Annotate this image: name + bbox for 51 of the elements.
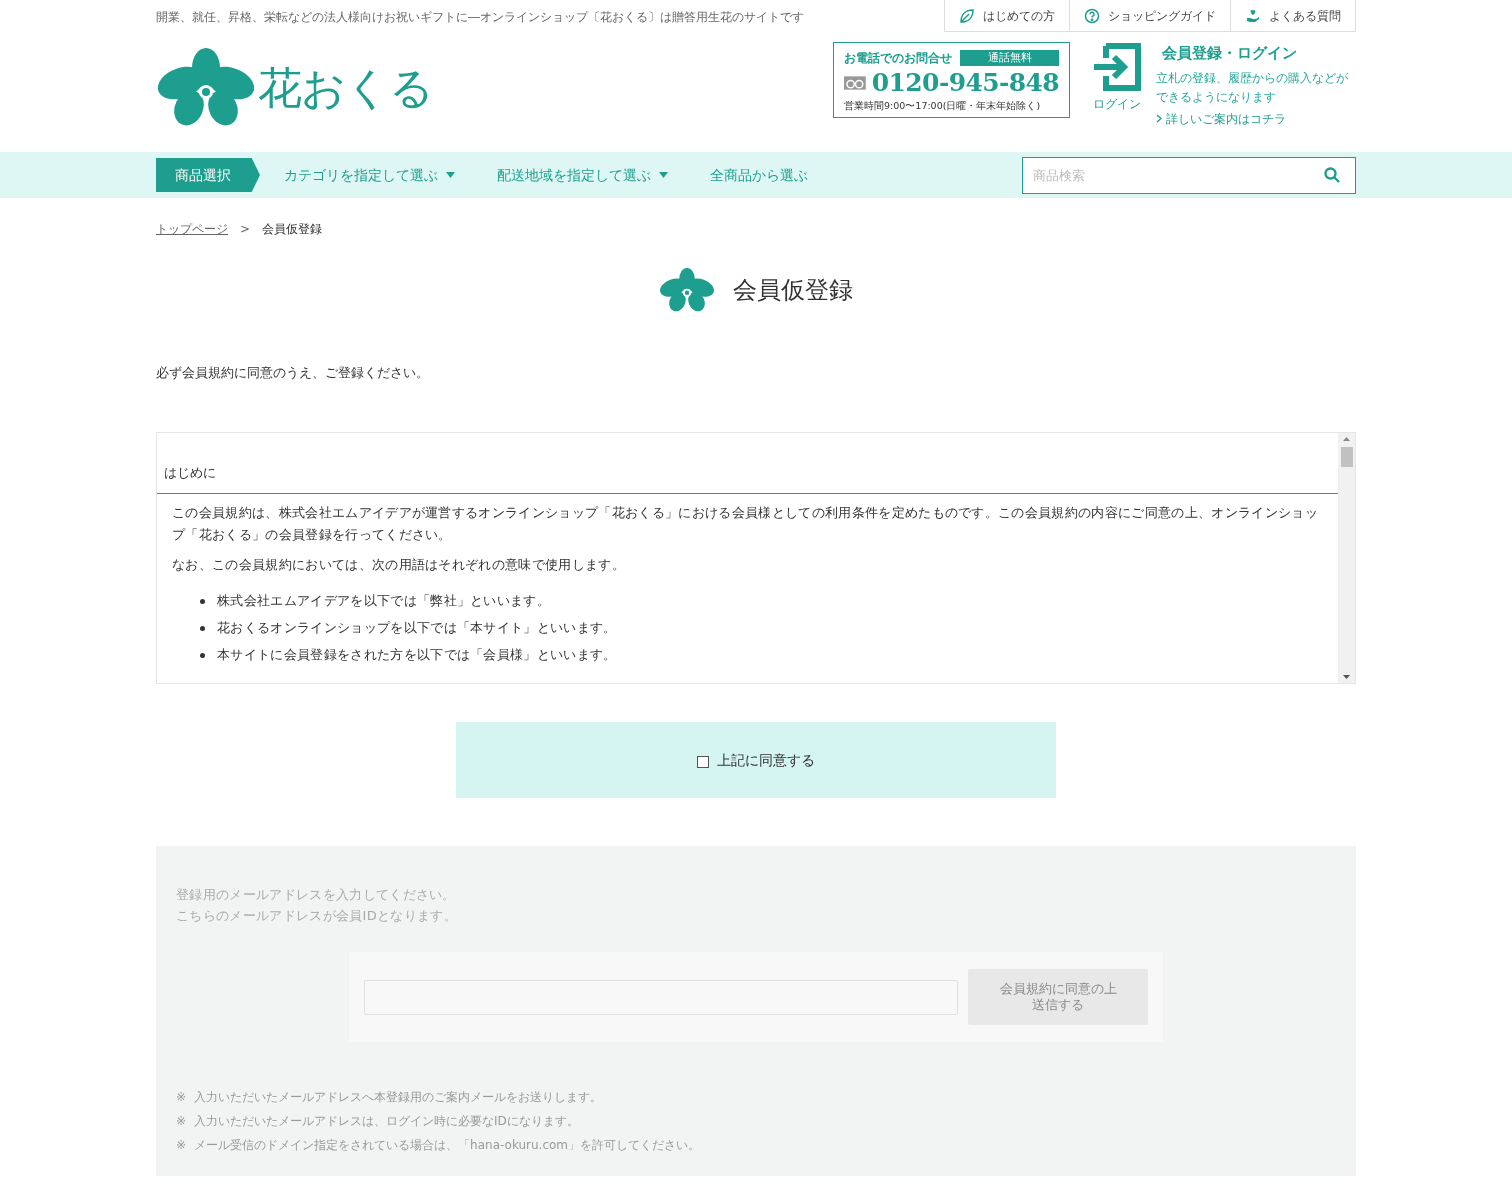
site-tagline: 開業、就任、昇格、栄転などの法人様向けお祝いギフトに―オンラインショップ〔花おくる〕は贈答用生花のサイトです <box>156 9 804 26</box>
free-call-badge: 通話無料 <box>960 49 1059 67</box>
search-icon[interactable] <box>1324 166 1340 183</box>
breadcrumb-separator: > <box>240 221 251 238</box>
caret-down-icon <box>659 172 668 178</box>
note-text: 入力いただいたメールアドレスは、ログイン時に必要なIDになります。 <box>194 1113 579 1131</box>
note-mark: ※ <box>176 1089 187 1107</box>
help-icon <box>1084 7 1100 24</box>
note-text: 入力いただいたメールアドレスへ本登録用のご案内メールをお送りします。 <box>194 1089 603 1107</box>
note-mark: ※ <box>176 1137 187 1155</box>
member-login-title[interactable]: 会員登録・ログイン <box>1156 42 1356 65</box>
login-icon-label: ログイン <box>1093 96 1141 113</box>
bullet-icon <box>200 625 205 631</box>
nav-tab[interactable]: 商品選択 <box>156 158 260 192</box>
orchid-logo-icon <box>156 48 256 128</box>
intro-text: 必ず会員規約に同意のうえ、ご登録ください。 <box>156 363 430 382</box>
agree-checkbox[interactable]: 上記に同意する <box>697 749 815 771</box>
orchid-icon <box>659 268 715 313</box>
caret-down-icon <box>446 172 455 178</box>
page-title: 会員仮登録 <box>733 275 853 307</box>
top-link[interactable]: はじめての方 <box>945 0 1070 31</box>
bullet-icon <box>200 598 205 604</box>
bullet-icon <box>200 652 205 658</box>
nav-tab[interactable]: 配送地域を指定して選ぶ <box>497 158 668 192</box>
nav-tab[interactable]: 全商品から選ぶ <box>710 158 808 192</box>
phone-title: お電話でのお問合せ <box>844 50 952 67</box>
top-link[interactable]: よくある質問 <box>1231 0 1356 31</box>
phone-number[interactable]: 0120-945-848 <box>871 67 1059 99</box>
terms-list-item: 本サイトに会員登録をされた方を以下では「会員様」といいます。 <box>217 646 617 665</box>
form-instruction: こちらのメールアドレスが会員IDとなります。 <box>176 907 458 926</box>
hand-heart-icon <box>1245 7 1261 24</box>
terms-paragraph: なお、この会員規約においては、次の用語はそれぞれの意味で使用します。 <box>172 555 627 574</box>
terms-paragraph: この会員規約は、株式会社エムアイデアが運営するオンラインショップ「花おくる」における会員様としての利用条件を定めたものです。この会員規約の内容にご同意の上、オンラインショップ「花おくる」の会員登録を行ってください。 <box>172 503 1319 544</box>
leaf-icon <box>959 7 975 24</box>
login-description: 立札の登録、履歴からの購入などができるようになります <box>1156 69 1349 106</box>
product-search-field[interactable]: 商品検索 <box>1022 156 1356 194</box>
terms-list-item: 株式会社エムアイデアを以下では「弊社」といいます。 <box>217 592 551 611</box>
terms-heading: はじめに <box>157 447 1338 494</box>
top-link[interactable]: ショッピングガイド <box>1070 0 1231 31</box>
logo-text: 花おくる <box>258 61 433 115</box>
business-hours: 営業時間9:00〜17:00(日曜・年末年始除く) <box>844 99 1042 113</box>
form-instruction: 登録用のメールアドレスを入力してください。 <box>176 886 457 905</box>
terms-list-item: 花おくるオンラインショップを以下では「本サイト」といいます。 <box>217 619 617 638</box>
note-text: メール受信のドメイン指定をされている場合は、「hana-okuru.com」を許可してください。 <box>194 1137 701 1155</box>
nav-tab[interactable]: カテゴリを指定して選ぶ <box>284 158 455 192</box>
chevron-right-icon <box>1156 114 1162 123</box>
login-icon[interactable] <box>1092 42 1142 92</box>
details-link[interactable]: 詳しいご案内はコチラ <box>1156 109 1356 128</box>
note-mark: ※ <box>176 1113 187 1131</box>
breadcrumb-current: 会員仮登録 <box>262 221 323 238</box>
breadcrumb-link[interactable]: トップページ <box>156 220 228 238</box>
